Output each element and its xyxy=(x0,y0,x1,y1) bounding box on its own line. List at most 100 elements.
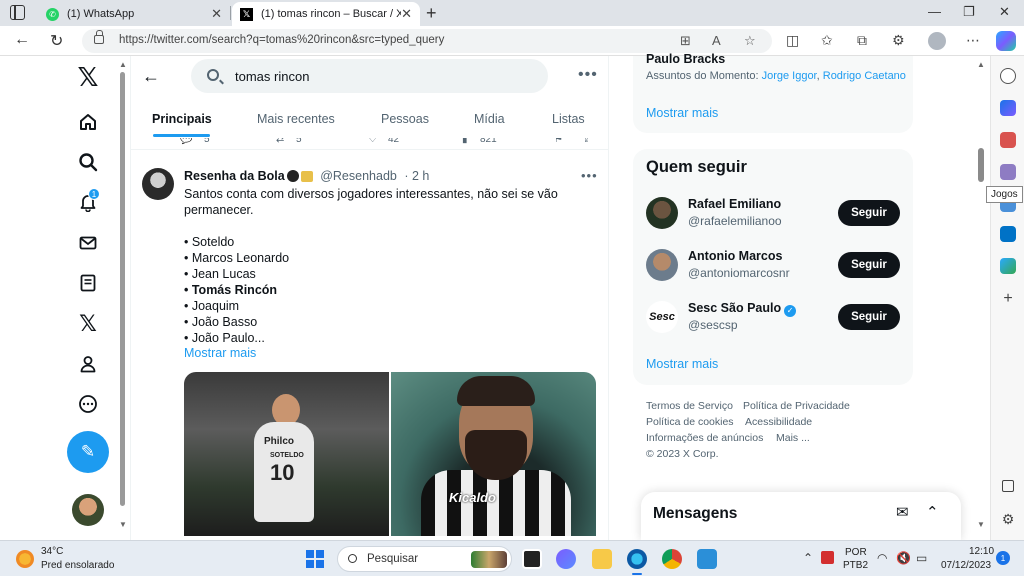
follow-button[interactable]: Seguir xyxy=(838,304,900,330)
drop-icon[interactable] xyxy=(1000,258,1016,274)
tray-app-icon[interactable] xyxy=(821,551,834,564)
x-premium-icon[interactable]: 𝕏 xyxy=(76,312,100,337)
tab-x-search[interactable]: 𝕏 (1) tomas rincon – Buscar / X ✕ xyxy=(232,2,420,26)
split-screen-icon[interactable]: ◫ xyxy=(786,32,799,49)
chat-icon[interactable] xyxy=(556,549,576,569)
tweet-image-soteldo[interactable]: Philco SOTELDO 10 xyxy=(184,372,389,536)
retweet-icon[interactable]: ⇄ xyxy=(276,138,284,145)
tab-whatsapp[interactable]: ✆ (1) WhatsApp ✕ xyxy=(38,2,230,26)
lists-icon[interactable] xyxy=(76,271,100,295)
footer-link[interactable]: Acessibilidade xyxy=(745,416,812,428)
x-logo-icon[interactable]: 𝕏 xyxy=(76,63,100,93)
profile-icon[interactable] xyxy=(76,352,100,376)
edge-icon[interactable] xyxy=(627,549,647,575)
file-explorer-icon[interactable] xyxy=(592,549,612,569)
account-avatar[interactable] xyxy=(72,494,104,526)
tweet-author-name[interactable]: Resenha da Bola xyxy=(184,169,285,183)
restore-icon[interactable]: ❐ xyxy=(963,4,975,20)
trend-link[interactable]: Jorge Iggor xyxy=(762,70,817,82)
tweet-time[interactable]: · 2 h xyxy=(404,169,429,183)
search-input[interactable]: tomas rincon xyxy=(191,59,548,93)
sidebar-toggle-icon[interactable] xyxy=(1002,480,1014,492)
scrollbar-page[interactable] xyxy=(978,148,984,182)
trend-link[interactable]: Rodrigo Caetano xyxy=(823,70,906,82)
notification-count-badge[interactable]: 1 xyxy=(996,551,1010,565)
tray-chevron-icon[interactable]: ⌃ xyxy=(803,551,813,565)
read-aloud-icon[interactable]: A xyxy=(712,33,721,48)
scroll-down-icon[interactable]: ▼ xyxy=(119,520,127,529)
wifi-icon[interactable]: ◠ xyxy=(877,551,887,565)
expand-up-icon[interactable]: ⌃ xyxy=(926,503,939,521)
weather-sun-icon[interactable] xyxy=(16,550,34,568)
language-bottom[interactable]: PTB2 xyxy=(843,560,868,571)
tab-pessoas[interactable]: Pessoas xyxy=(381,112,429,126)
tab-listas[interactable]: Listas xyxy=(552,112,585,126)
copilot-icon[interactable] xyxy=(996,31,1016,51)
more-options-icon[interactable]: ••• xyxy=(578,66,598,84)
favorite-star-icon[interactable]: ☆ xyxy=(744,33,756,49)
follow-button[interactable]: Seguir xyxy=(838,252,900,278)
weather-temperature[interactable]: 34°C xyxy=(41,546,63,557)
trend-name[interactable]: Paulo Bracks xyxy=(646,52,725,66)
extensions-icon[interactable]: ⚙ xyxy=(892,32,905,49)
close-icon[interactable]: ✕ xyxy=(211,6,222,22)
window-close-icon[interactable]: ✕ xyxy=(999,4,1010,20)
scroll-down-icon[interactable]: ▼ xyxy=(977,520,985,529)
weather-description[interactable]: Pred ensolarado xyxy=(41,560,114,571)
notepad-icon[interactable] xyxy=(697,549,717,569)
tweet-more-icon[interactable]: ••• xyxy=(581,168,598,183)
add-icon[interactable]: + xyxy=(1000,291,1016,308)
new-message-icon[interactable]: ✉ xyxy=(896,503,909,521)
footer-link[interactable]: Termos de Serviço xyxy=(646,400,733,412)
games-icon[interactable] xyxy=(1000,164,1016,180)
who-to-follow-show-more[interactable]: Mostrar mais xyxy=(646,357,718,371)
bookmark-icon[interactable]: ⚑ xyxy=(554,138,563,145)
tab-actions-icon[interactable] xyxy=(10,5,25,20)
footer-link[interactable]: Mais ... xyxy=(776,432,810,444)
trends-show-more[interactable]: Mostrar mais xyxy=(646,106,718,120)
tweet-author-avatar[interactable] xyxy=(142,168,174,200)
tag-icon[interactable] xyxy=(1000,100,1016,116)
tab-principais[interactable]: Principais xyxy=(152,112,212,126)
outlook-icon[interactable] xyxy=(1000,226,1016,242)
reply-icon[interactable]: 💬 xyxy=(180,138,192,145)
views-icon[interactable]: ▮ xyxy=(462,138,468,145)
follow-avatar[interactable] xyxy=(646,249,678,281)
tab-midia[interactable]: Mídia xyxy=(474,112,505,126)
follow-name[interactable]: Antonio Marcos xyxy=(688,249,782,263)
address-bar[interactable]: https://twitter.com/search?q=tomas%20rin… xyxy=(82,29,772,53)
follow-name-row[interactable]: Sesc São Paulo ✓ xyxy=(688,301,797,317)
mail-icon[interactable] xyxy=(76,231,100,255)
follow-avatar-sesc[interactable]: Sesc xyxy=(646,301,678,333)
follow-avatar[interactable] xyxy=(646,197,678,229)
show-more-link[interactable]: Mostrar mais xyxy=(184,346,256,360)
new-tab-icon[interactable]: + xyxy=(426,3,437,24)
scrollbar-main[interactable] xyxy=(120,72,125,506)
clock-time[interactable]: 12:10 xyxy=(969,546,994,557)
back-arrow-icon[interactable]: ← xyxy=(142,66,160,87)
volume-muted-icon[interactable]: 🔇 xyxy=(896,551,911,565)
toolbox-icon[interactable] xyxy=(1000,132,1016,148)
home-icon[interactable] xyxy=(76,110,100,134)
scroll-up-icon[interactable]: ▲ xyxy=(977,60,985,69)
clock-date[interactable]: 07/12/2023 xyxy=(941,560,991,571)
taskbar-search[interactable]: Pesquisar xyxy=(337,546,512,572)
more-circle-icon[interactable] xyxy=(76,392,100,416)
footer-link[interactable]: Informações de anúncios xyxy=(646,432,763,444)
profile-avatar[interactable] xyxy=(928,32,946,50)
footer-link[interactable]: Política de cookies xyxy=(646,416,734,428)
follow-name[interactable]: Rafael Emiliano xyxy=(688,197,781,211)
collections-icon[interactable]: ⧉ xyxy=(857,32,867,49)
messages-drawer[interactable]: Mensagens ✉ ⌃ xyxy=(641,492,961,540)
minimize-icon[interactable]: — xyxy=(928,4,941,19)
tweet-author-handle[interactable]: @Resenhadb xyxy=(320,169,397,183)
explore-search-icon[interactable] xyxy=(76,150,100,174)
share-icon[interactable]: ⇪ xyxy=(582,138,590,145)
tweet-image-rincon[interactable]: Kicaldo xyxy=(391,372,596,536)
favorites-icon[interactable]: ✩ xyxy=(821,32,833,49)
chrome-icon[interactable] xyxy=(662,549,682,569)
battery-icon[interactable]: ▭ xyxy=(916,551,927,565)
language-top[interactable]: POR xyxy=(845,547,867,558)
search-icon[interactable] xyxy=(1000,68,1016,84)
tab-mais-recentes[interactable]: Mais recentes xyxy=(257,112,335,126)
